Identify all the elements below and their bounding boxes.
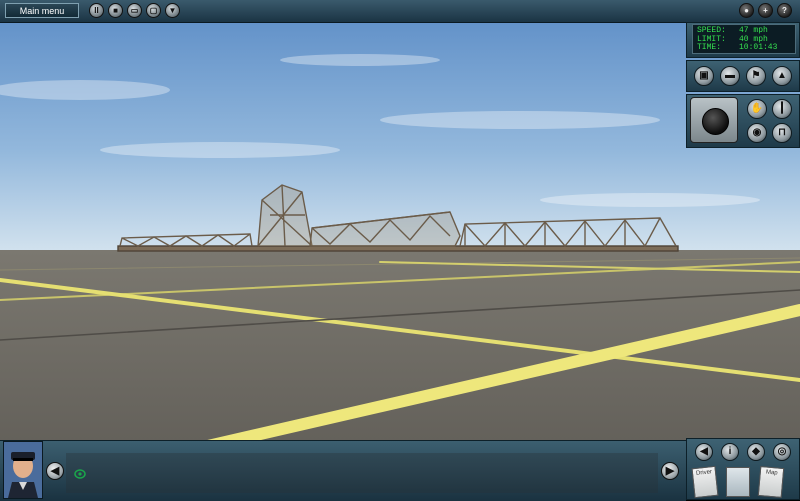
speed-readout: SPEED: 47 mph LIMIT: 40 mph TIME: 10:01:43	[692, 24, 796, 54]
top-toolbar: Main menu II ■ ▭ ▢ ▼ ● + ?	[0, 0, 800, 23]
main-menu-button[interactable]: Main menu	[5, 3, 79, 18]
time-label: TIME:	[697, 43, 722, 52]
brake-icon[interactable]: ◉	[747, 123, 767, 143]
screen-icon[interactable]: ▢	[146, 3, 161, 18]
camera-panel: ▣ ▬ ⚑ ▲	[686, 60, 800, 92]
save-icon[interactable]: ▭	[127, 3, 142, 18]
time-value: 10:01:43	[739, 43, 778, 52]
external-view-icon[interactable]: ▬	[720, 66, 740, 86]
dial-knob[interactable]	[702, 108, 729, 135]
scroll-left-arrow-icon[interactable]: ◀	[46, 462, 64, 480]
volume-icon[interactable]: ◀	[695, 443, 713, 461]
message-area	[66, 453, 658, 493]
lever-icon[interactable]: ┃	[772, 99, 792, 119]
document-icon-3[interactable]: Map	[757, 466, 785, 498]
document-icon-1[interactable]: Driver	[691, 465, 719, 499]
throttle-dial[interactable]	[690, 97, 738, 143]
game-viewport	[0, 0, 800, 500]
record-icon[interactable]: ●	[739, 3, 754, 18]
document-icon-2[interactable]	[726, 467, 750, 497]
seat-icon[interactable]: ⊓	[772, 123, 792, 143]
scroll-right-arrow-icon[interactable]: ▶	[661, 462, 679, 480]
sky	[0, 0, 800, 252]
cab-view-icon[interactable]: ▣	[694, 66, 714, 86]
help-icon[interactable]: ?	[777, 3, 792, 18]
info-icon[interactable]: i	[721, 443, 739, 461]
down-icon[interactable]: ▼	[165, 3, 180, 18]
add-icon[interactable]: +	[758, 3, 773, 18]
driver-avatar-icon	[4, 442, 42, 498]
free-roam-icon[interactable]: ▲	[772, 66, 792, 86]
eye-icon[interactable]: ◎	[773, 443, 791, 461]
direction-icon[interactable]: ◆	[747, 443, 765, 461]
lineside-view-icon[interactable]: ⚑	[746, 66, 766, 86]
stop-icon[interactable]: ■	[108, 3, 123, 18]
message-indicator-icon	[74, 469, 86, 479]
hand-icon[interactable]: ✋	[747, 99, 767, 119]
pause-icon[interactable]: II	[89, 3, 104, 18]
driver-portrait[interactable]	[3, 441, 43, 499]
